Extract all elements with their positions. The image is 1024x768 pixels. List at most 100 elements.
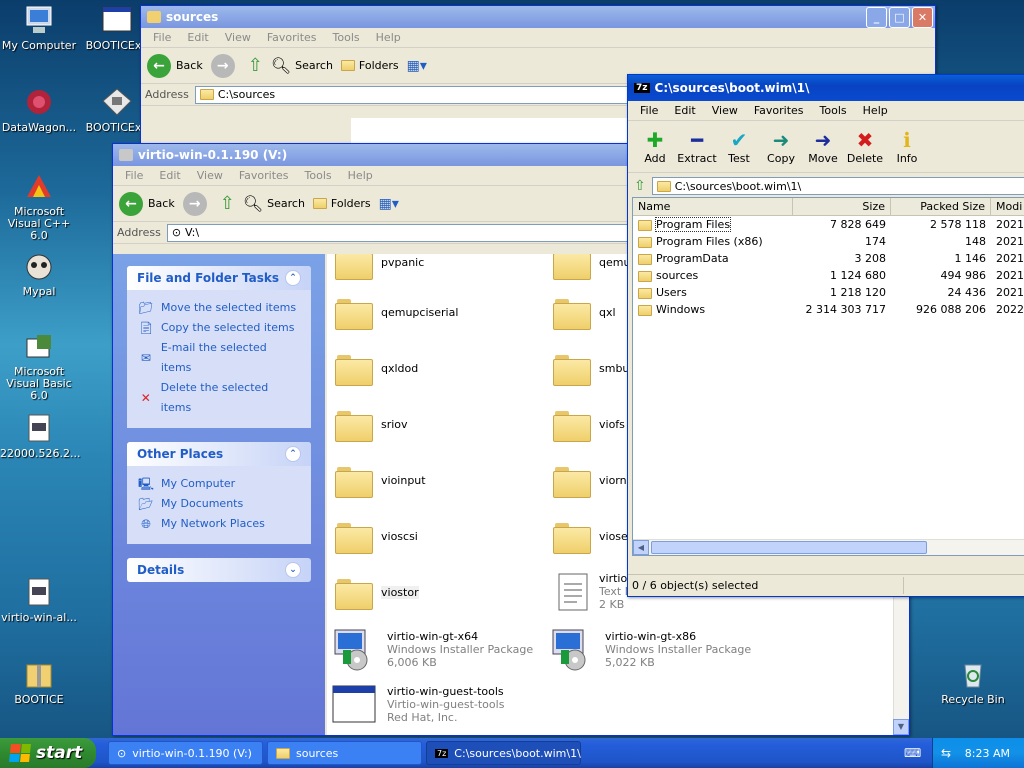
folder-item[interactable]: qxl <box>553 296 616 330</box>
copy-items-link[interactable]: 📄︎ Copy the selected items <box>138 318 299 338</box>
sevenzip-window[interactable]: 7z C:\sources\boot.wim\1\ File Edit View… <box>627 74 1024 597</box>
installer-item[interactable]: virtio-win-gt-x86 Windows Installer Packa… <box>549 626 751 672</box>
title-bar[interactable]: 7z C:\sources\boot.wim\1\ <box>628 75 1024 101</box>
clock[interactable]: 8:23 AM <box>965 747 1010 760</box>
folder-item[interactable]: sriov <box>335 408 408 442</box>
menu-help[interactable]: Help <box>855 104 896 117</box>
up-folder-button[interactable]: ⇧ <box>248 55 263 76</box>
scroll-down-button[interactable]: ▼ <box>893 719 909 735</box>
folder-item[interactable]: qemu <box>553 254 630 280</box>
up-folder-button[interactable]: ⇧ <box>220 193 235 214</box>
menu-tools[interactable]: Tools <box>812 104 855 117</box>
menu-help[interactable]: Help <box>368 31 409 44</box>
menu-edit[interactable]: Edit <box>666 104 703 117</box>
network-tray-icon[interactable]: ⇆ <box>941 746 951 760</box>
delete-items-link[interactable]: ✕ Delete the selected items <box>139 378 299 418</box>
column-packed-size[interactable]: Packed Size <box>891 198 991 215</box>
collapse-chevron-icon[interactable]: ⌃ <box>285 446 301 462</box>
expand-chevron-icon[interactable]: ⌄ <box>285 562 301 578</box>
folder-item[interactable]: vioscsi <box>335 520 418 554</box>
collapse-chevron-icon[interactable]: ⌃ <box>285 270 301 286</box>
folder-item[interactable]: qemupciserial <box>335 296 458 330</box>
desktop-icon-visual-basic[interactable]: Microsoft Visual Basic 6.0 <box>0 330 78 402</box>
guest-tools-item[interactable]: virtio-win-guest-tools Virtio-win-guest-t… <box>331 682 504 726</box>
other-places-header[interactable]: Other Places ⌃ <box>127 442 311 466</box>
keyboard-icon[interactable]: ⌨ <box>904 746 921 760</box>
menu-file[interactable]: File <box>117 169 151 182</box>
column-name[interactable]: Name <box>633 198 793 215</box>
search-button[interactable]: 🔍︎ Search <box>271 56 333 75</box>
menu-view[interactable]: View <box>704 104 746 117</box>
folder-item[interactable]: viofs <box>553 408 625 442</box>
scroll-thumb[interactable] <box>651 541 927 554</box>
up-folder-icon[interactable]: ⇧ <box>634 178 646 194</box>
desktop-icon-22000[interactable]: 22000.526.2... <box>0 412 80 460</box>
move-items-link[interactable]: 📁︎ Move the selected items <box>138 298 299 318</box>
my-computer-link[interactable]: 🖳 My Computer <box>138 474 299 494</box>
extract-button[interactable]: ━ Extract <box>676 128 718 165</box>
forward-button[interactable]: → <box>210 53 240 78</box>
menu-view[interactable]: View <box>217 31 259 44</box>
views-button[interactable]: ▦▾ <box>379 196 399 212</box>
taskbar-item-virtio[interactable]: ⊙ virtio-win-0.1.190 (V:) <box>108 741 263 765</box>
desktop-icon-visual-cpp[interactable]: Microsoft Visual C++ 6.0 <box>0 170 78 242</box>
file-folder-tasks-header[interactable]: File and Folder Tasks ⌃ <box>127 266 311 290</box>
desktop-icon-mypal[interactable]: Mypal <box>0 250 78 298</box>
title-bar[interactable]: sources _ □ ✕ <box>141 6 935 28</box>
table-row[interactable]: Windows 2 314 303 717 926 088 206 2022- <box>633 301 1024 318</box>
menu-favorites[interactable]: Favorites <box>231 169 297 182</box>
table-row[interactable]: Users 1 218 120 24 436 2021- <box>633 284 1024 301</box>
start-button[interactable]: start <box>0 738 96 768</box>
desktop-icon-datawagon[interactable]: DataWagon... <box>0 86 78 134</box>
email-items-link[interactable]: ✉ E-mail the selected items <box>139 338 299 378</box>
desktop-icon-virtio-win-all[interactable]: virtio-win-al... <box>0 576 78 624</box>
delete-button[interactable]: ✖ Delete <box>844 128 886 165</box>
close-button[interactable]: ✕ <box>912 6 933 28</box>
forward-button[interactable]: → <box>182 191 212 216</box>
folder-item[interactable]: qxldod <box>335 352 418 386</box>
add-button[interactable]: ✚ Add <box>634 128 676 165</box>
table-row[interactable]: ProgramData 3 208 1 146 2021- <box>633 250 1024 267</box>
copy-button[interactable]: ➜ Copy <box>760 128 802 165</box>
my-network-places-link[interactable]: 🌐︎ My Network Places <box>139 514 299 534</box>
desktop-icon-bootice[interactable]: BOOTICE <box>0 658 78 706</box>
menu-favorites[interactable]: Favorites <box>746 104 812 117</box>
menu-edit[interactable]: Edit <box>151 169 188 182</box>
column-size[interactable]: Size <box>793 198 891 215</box>
my-documents-link[interactable]: 📂︎ My Documents <box>138 494 299 514</box>
search-button[interactable]: 🔍︎ Search <box>243 194 305 213</box>
installer-item[interactable]: virtio-win-gt-x64 Windows Installer Packa… <box>331 626 533 672</box>
folder-item[interactable]: vioinput <box>335 464 426 498</box>
menu-favorites[interactable]: Favorites <box>259 31 325 44</box>
folder-item[interactable]: viostor <box>335 576 419 610</box>
taskbar-item-sources[interactable]: sources <box>267 741 422 765</box>
minimize-button[interactable]: _ <box>866 6 887 28</box>
maximize-button[interactable]: □ <box>889 6 910 28</box>
menu-file[interactable]: File <box>632 104 666 117</box>
back-button[interactable]: ← Back <box>119 191 175 216</box>
folders-button[interactable]: Folders <box>340 59 399 72</box>
table-row[interactable]: Program Files (x86) 174 148 2021- <box>633 233 1024 250</box>
move-button[interactable]: ➜ Move <box>802 128 844 165</box>
path-input[interactable]: C:\sources\boot.wim\1\ <box>651 177 1024 195</box>
test-button[interactable]: ✔ Test <box>718 128 760 165</box>
folder-item[interactable]: vioser <box>553 520 632 554</box>
table-row[interactable]: Program Files 7 828 649 2 578 118 2021- <box>633 216 1024 233</box>
menu-tools[interactable]: Tools <box>297 169 340 182</box>
details-header[interactable]: Details ⌄ <box>127 558 311 582</box>
column-modified[interactable]: Modi <box>991 198 1024 215</box>
table-row[interactable]: sources 1 124 680 494 986 2021- <box>633 267 1024 284</box>
menu-tools[interactable]: Tools <box>325 31 368 44</box>
horizontal-scrollbar[interactable]: ◀ <box>633 539 1024 555</box>
menu-file[interactable]: File <box>145 31 179 44</box>
info-button[interactable]: ℹ Info <box>886 128 928 165</box>
menu-view[interactable]: View <box>189 169 231 182</box>
menu-help[interactable]: Help <box>340 169 381 182</box>
folders-button[interactable]: Folders <box>312 197 371 210</box>
text-file-item[interactable]: virtio- Text D2 KB <box>557 570 633 612</box>
folder-item[interactable]: smbus <box>553 352 635 386</box>
views-button[interactable]: ▦▾ <box>407 58 427 74</box>
scroll-left-button[interactable]: ◀ <box>633 540 649 555</box>
desktop-icon-recycle-bin[interactable]: Recycle Bin <box>934 658 1012 706</box>
desktop-icon-my-computer[interactable]: My Computer <box>0 4 78 52</box>
